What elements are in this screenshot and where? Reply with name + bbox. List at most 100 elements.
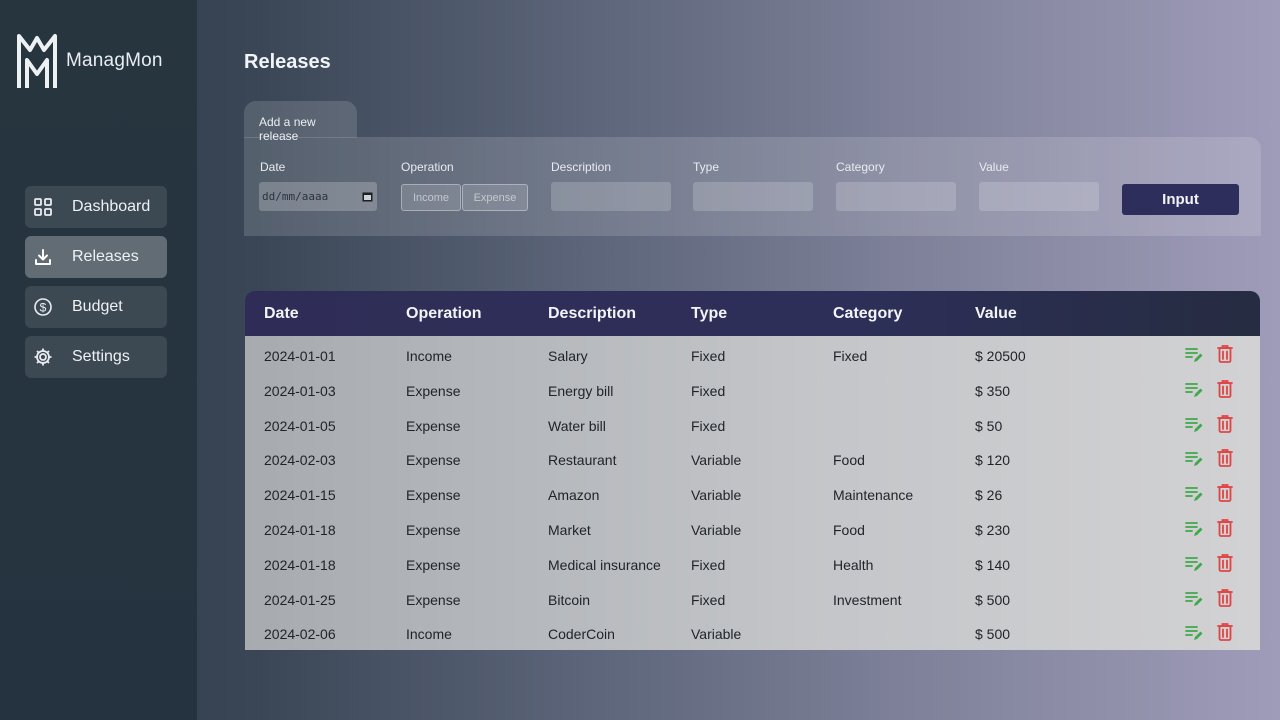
cell-description: Salary (548, 348, 588, 364)
cell-date: 2024-01-05 (264, 417, 336, 434)
cell-category: Food (833, 452, 865, 469)
cell-type: Fixed (691, 591, 726, 608)
edit-icon[interactable] (1185, 379, 1203, 399)
table-row: 2024-02-03 Expense Restaurant Variable Food $… (245, 442, 1260, 477)
cell-description: Energy bill (548, 382, 614, 399)
edit-icon[interactable] (1185, 518, 1203, 538)
cell-type: Fixed (691, 382, 726, 399)
cell-type: Fixed (691, 556, 726, 573)
gear-icon (33, 347, 53, 367)
value-input[interactable] (979, 182, 1099, 211)
cell-date: 2024-01-18 (264, 556, 336, 573)
edit-icon[interactable] (1185, 483, 1203, 503)
date-placeholder: dd/mm/aaaa (262, 190, 329, 203)
edit-icon[interactable] (1185, 622, 1203, 642)
cell-operation: Expense (406, 452, 461, 469)
cell-type: Variable (691, 487, 742, 504)
cell-value: $ 500 (975, 591, 1011, 608)
table-body: 2024-01-01 Income Salary Fixed Fixed $ 20500 2… (245, 336, 1260, 650)
cell-value: $ 20500 (975, 348, 1026, 364)
table-row: 2024-01-18 Expense Medical insurance Fixed H… (245, 547, 1260, 582)
trash-icon[interactable] (1216, 379, 1234, 399)
cell-value: $ 500 (975, 626, 1011, 643)
cell-category: Maintenance (833, 487, 914, 504)
edit-icon[interactable] (1185, 588, 1203, 608)
date-field[interactable]: dd/mm/aaaa (259, 182, 377, 211)
cell-type: Variable (691, 522, 742, 538)
cell-value: $ 140 (975, 556, 1011, 573)
sidebar-item-label: Releases (72, 248, 139, 265)
edit-icon[interactable] (1185, 553, 1203, 573)
cell-category: Investment (833, 591, 902, 608)
cell-operation: Expense (406, 522, 461, 538)
cell-date: 2024-02-06 (264, 626, 336, 643)
sidebar-item-releases[interactable]: Releases (25, 236, 167, 278)
column-header-date: Date (264, 305, 299, 322)
description-label: Description (551, 160, 612, 174)
trash-icon[interactable] (1216, 553, 1234, 573)
sidebar-item-label: Dashboard (72, 198, 151, 215)
category-input[interactable] (836, 182, 956, 211)
cell-type: Variable (691, 452, 742, 469)
edit-icon[interactable] (1185, 414, 1203, 434)
cell-description: Medical insurance (548, 556, 661, 573)
cell-operation: Expense (406, 417, 461, 434)
cell-date: 2024-01-03 (264, 382, 336, 399)
sidebar-item-settings[interactable]: Settings (25, 336, 167, 378)
cell-value: $ 50 (975, 417, 1003, 434)
cell-description: Amazon (548, 487, 600, 504)
trash-icon[interactable] (1216, 622, 1234, 642)
grid-icon (33, 197, 53, 217)
trash-icon[interactable] (1216, 483, 1234, 503)
trash-icon[interactable] (1216, 414, 1234, 434)
input-button[interactable]: Input (1122, 184, 1239, 215)
value-label: Value (979, 160, 1009, 174)
cell-description: CoderCoin (548, 626, 615, 643)
tab-add-release[interactable]: Add a new release (244, 101, 357, 143)
table-row: 2024-01-05 Expense Water bill Fixed $ 50 (245, 408, 1260, 443)
cell-description: Restaurant (548, 452, 617, 469)
sidebar-item-budget[interactable]: $ Budget (25, 286, 167, 328)
add-release-form: Date dd/mm/aaaa Operation Income Expense… (244, 137, 1261, 236)
cell-category: Health (833, 556, 874, 573)
operation-label: Operation (401, 160, 454, 174)
cell-operation: Expense (406, 487, 461, 504)
table-row: 2024-01-03 Expense Energy bill Fixed $ 350 (245, 373, 1260, 408)
edit-icon[interactable] (1185, 344, 1203, 364)
income-option-button[interactable]: Income (401, 184, 461, 211)
trash-icon[interactable] (1216, 344, 1234, 364)
app-logo[interactable]: ManagMon (16, 30, 163, 92)
table-header: Date Operation Description Type Category… (245, 291, 1260, 336)
table-row: 2024-01-01 Income Salary Fixed Fixed $ 20500 (245, 338, 1260, 373)
column-header-category: Category (833, 305, 903, 322)
edit-icon[interactable] (1185, 448, 1203, 468)
cell-description: Market (548, 522, 591, 538)
dollar-circle-icon: $ (33, 297, 53, 317)
cell-operation: Expense (406, 556, 461, 573)
column-header-value: Value (975, 305, 1017, 322)
table-row: 2024-01-18 Expense Market Variable Food $ 230 (245, 512, 1260, 547)
trash-icon[interactable] (1216, 448, 1234, 468)
cell-type: Variable (691, 626, 742, 643)
cell-operation: Expense (406, 382, 461, 399)
cell-date: 2024-01-25 (264, 591, 336, 608)
cell-value: $ 120 (975, 452, 1011, 469)
cell-date: 2024-01-01 (264, 348, 336, 364)
trash-icon[interactable] (1216, 518, 1234, 538)
column-header-type: Type (691, 305, 728, 322)
cell-value: $ 350 (975, 382, 1011, 399)
calendar-icon (362, 192, 373, 202)
cell-date: 2024-02-03 (264, 452, 336, 469)
sidebar-item-dashboard[interactable]: Dashboard (25, 186, 167, 228)
cell-type: Fixed (691, 348, 726, 364)
type-input[interactable] (693, 182, 813, 211)
category-label: Category (836, 160, 885, 174)
cell-operation: Income (406, 626, 452, 643)
trash-icon[interactable] (1216, 588, 1234, 608)
sidebar: ManagMon Dashboard Releases $ Budget Set… (0, 0, 197, 720)
expense-option-button[interactable]: Expense (462, 184, 528, 211)
cell-value: $ 230 (975, 522, 1011, 538)
description-input[interactable] (551, 182, 671, 211)
table-row: 2024-01-25 Expense Bitcoin Fixed Investment $… (245, 582, 1260, 617)
cell-date: 2024-01-18 (264, 522, 336, 538)
